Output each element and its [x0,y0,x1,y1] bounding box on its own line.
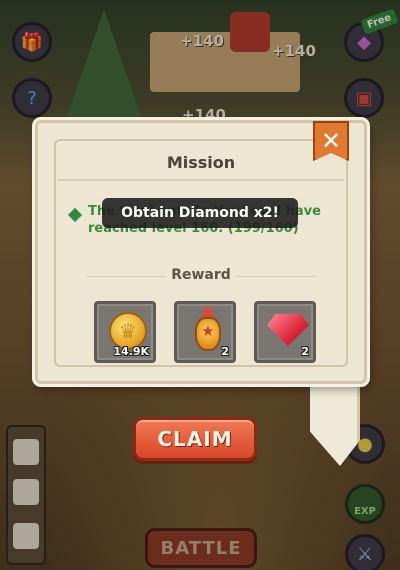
reward-count: 14.9K [113,345,149,358]
reward-slot-coin[interactable]: 14.9K [94,301,156,363]
potion-icon [193,308,223,354]
reward-slot-diamond[interactable]: 2 [254,301,316,363]
claim-button[interactable]: CLAIM [133,417,257,461]
mission-dialog: Mission The total pets in the Level have… [35,120,367,384]
reward-count: 2 [301,345,309,358]
divider [236,276,316,277]
reward-count: 2 [221,345,229,358]
reward-label: Reward [171,267,231,283]
toast-notification: Obtain Diamond x2! [102,198,298,228]
bullet-icon [67,207,83,223]
reward-slot-potion[interactable]: 2 [174,301,236,363]
diamond-icon [267,314,309,346]
title-divider [58,179,344,181]
